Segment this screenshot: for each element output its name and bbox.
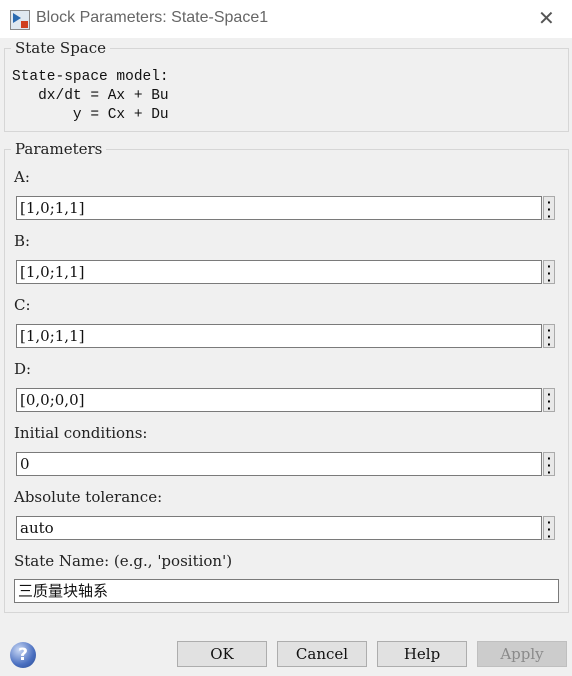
- absolute-tolerance-input[interactable]: auto: [16, 516, 542, 540]
- help-icon[interactable]: ?: [10, 642, 36, 668]
- app-icon: [10, 10, 30, 30]
- a-more-options-icon[interactable]: · · ·: [543, 196, 555, 222]
- state-name-label: State Name: (e.g., 'position'): [14, 552, 233, 570]
- state-name-input[interactable]: 三质量块轴系: [14, 579, 559, 603]
- c-more-options-icon[interactable]: · · ·: [543, 324, 555, 350]
- absolute-tolerance-label: Absolute tolerance:: [14, 488, 163, 506]
- parameters-group-title: Parameters: [11, 140, 107, 158]
- description-group: State Space State-space model: dx/dt = A…: [4, 39, 569, 132]
- cancel-button[interactable]: Cancel: [277, 641, 367, 667]
- a-input[interactable]: [1,0;1,1]: [16, 196, 542, 220]
- a-label: A:: [14, 168, 30, 186]
- b-more-options-icon[interactable]: · · ·: [543, 260, 555, 286]
- b-input[interactable]: [1,0;1,1]: [16, 260, 542, 284]
- absolute-tolerance-more-options-icon[interactable]: · · ·: [543, 516, 555, 542]
- initial-conditions-more-options-icon[interactable]: · · ·: [543, 452, 555, 478]
- description-text: State-space model: dx/dt = Ax + Bu y = C…: [12, 69, 169, 123]
- description-group-title: State Space: [11, 39, 111, 57]
- initial-conditions-input[interactable]: 0: [16, 452, 542, 476]
- b-label: B:: [14, 232, 31, 250]
- d-input[interactable]: [0,0;0,0]: [16, 388, 542, 412]
- d-label: D:: [14, 360, 32, 378]
- help-button[interactable]: Help: [377, 641, 467, 667]
- ok-button[interactable]: OK: [177, 641, 267, 667]
- initial-conditions-label: Initial conditions:: [14, 424, 148, 442]
- c-input[interactable]: [1,0;1,1]: [16, 324, 542, 348]
- d-more-options-icon[interactable]: · · ·: [543, 388, 555, 414]
- close-icon[interactable]: ✕: [538, 6, 555, 30]
- apply-button[interactable]: Apply: [477, 641, 567, 667]
- c-label: C:: [14, 296, 31, 314]
- window-title: Block Parameters: State-Space1: [36, 9, 269, 26]
